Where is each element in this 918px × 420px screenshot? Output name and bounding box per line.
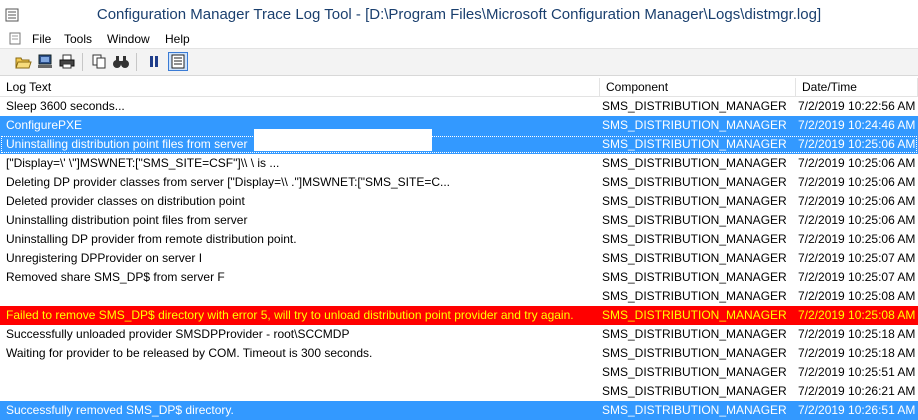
log-entries-list[interactable]: Sleep 3600 seconds... SMS_DISTRIBUTION_MA… bbox=[0, 97, 918, 420]
log-text-cell bbox=[6, 287, 591, 306]
menu-bar: File Tools Window Help bbox=[0, 30, 918, 48]
toolbar-separator bbox=[82, 53, 83, 71]
log-row[interactable]: Sleep 3600 seconds... SMS_DISTRIBUTION_MA… bbox=[0, 97, 918, 116]
log-text-cell: Uninstalling DP provider from remote dis… bbox=[6, 232, 297, 246]
log-row[interactable]: Waiting for provider to be released by C… bbox=[0, 344, 918, 363]
component-cell: SMS_DISTRIBUTION_MANAGER bbox=[602, 308, 787, 322]
redaction-box bbox=[254, 129, 432, 151]
log-text-cell: Failed to remove SMS_DP$ directory with … bbox=[6, 308, 574, 322]
log-text-cell: Removed share SMS_DP$ from server F bbox=[6, 270, 225, 284]
trace-log-window: Configuration Manager Trace Log Tool - [… bbox=[0, 0, 918, 420]
log-row[interactable]: Successfully unloaded provider SMSDPProv… bbox=[0, 325, 918, 344]
menu-window[interactable]: Window bbox=[107, 32, 150, 46]
log-row[interactable]: SMS_DISTRIBUTION_MANAGER 7/2/2019 10:25:0… bbox=[0, 287, 918, 306]
column-header-component[interactable]: Component bbox=[600, 78, 796, 96]
component-cell: SMS_DISTRIBUTION_MANAGER bbox=[602, 175, 787, 189]
log-text-cell: Waiting for provider to be released by C… bbox=[6, 346, 373, 360]
datetime-cell: 7/2/2019 10:25:08 AM bbox=[798, 289, 916, 303]
title-bar: Configuration Manager Trace Log Tool - [… bbox=[0, 0, 918, 30]
datetime-cell: 7/2/2019 10:25:08 AM bbox=[798, 308, 916, 322]
error-lookup-icon[interactable] bbox=[168, 52, 188, 71]
log-row[interactable]: ConfigurePXE SMS_DISTRIBUTION_MANAGER 7/2/… bbox=[0, 116, 918, 135]
log-row[interactable]: SMS_DISTRIBUTION_MANAGER 7/2/2019 10:25:5… bbox=[0, 363, 918, 382]
log-text-cell bbox=[6, 382, 591, 401]
menu-tools[interactable]: Tools bbox=[64, 32, 92, 46]
document-icon[interactable] bbox=[8, 32, 22, 45]
component-cell: SMS_DISTRIBUTION_MANAGER bbox=[602, 232, 787, 246]
pause-icon[interactable] bbox=[145, 53, 163, 70]
print-icon[interactable] bbox=[58, 53, 76, 70]
component-cell: SMS_DISTRIBUTION_MANAGER bbox=[602, 327, 787, 341]
log-row[interactable]: Deleting DP provider classes from server… bbox=[0, 173, 918, 192]
menu-help[interactable]: Help bbox=[165, 32, 190, 46]
log-text-cell: Deleted provider classes on distribution… bbox=[6, 194, 245, 208]
datetime-cell: 7/2/2019 10:26:21 AM bbox=[798, 384, 916, 398]
component-cell: SMS_DISTRIBUTION_MANAGER bbox=[602, 365, 787, 379]
toolbar bbox=[0, 48, 918, 76]
open-server-icon[interactable] bbox=[36, 53, 54, 70]
log-row[interactable]: SMS_DISTRIBUTION_MANAGER 7/2/2019 10:26:2… bbox=[0, 382, 918, 401]
log-text-cell: Sleep 3600 seconds... bbox=[6, 99, 125, 113]
menu-file[interactable]: File bbox=[32, 32, 51, 46]
datetime-cell: 7/2/2019 10:25:51 AM bbox=[798, 365, 916, 379]
log-text-cell: ["Display=\' \"]MSWNET:["SMS_SITE=CSF"]\… bbox=[6, 156, 280, 170]
component-cell: SMS_DISTRIBUTION_MANAGER bbox=[602, 99, 787, 113]
open-icon[interactable] bbox=[14, 53, 32, 70]
log-row[interactable]: Deleted provider classes on distribution… bbox=[0, 192, 918, 211]
datetime-cell: 7/2/2019 10:24:46 AM bbox=[798, 118, 916, 132]
toolbar-separator bbox=[136, 53, 137, 71]
datetime-cell: 7/2/2019 10:25:06 AM bbox=[798, 194, 916, 208]
datetime-cell: 7/2/2019 10:25:06 AM bbox=[798, 232, 916, 246]
log-row[interactable]: Failed to remove SMS_DP$ directory with … bbox=[0, 306, 918, 325]
column-header-datetime[interactable]: Date/Time bbox=[796, 78, 918, 96]
datetime-cell: 7/2/2019 10:25:06 AM bbox=[798, 213, 916, 227]
log-text-cell: Successfully unloaded provider SMSDPProv… bbox=[6, 327, 350, 341]
component-cell: SMS_DISTRIBUTION_MANAGER bbox=[602, 270, 787, 284]
log-list-header: Log Text Component Date/Time bbox=[0, 78, 918, 97]
component-cell: SMS_DISTRIBUTION_MANAGER bbox=[602, 346, 787, 360]
column-header-log-text[interactable]: Log Text bbox=[0, 78, 600, 96]
log-row[interactable]: Unregistering DPProvider on server I SMS_… bbox=[0, 249, 918, 268]
datetime-cell: 7/2/2019 10:25:06 AM bbox=[798, 137, 916, 151]
component-cell: SMS_DISTRIBUTION_MANAGER bbox=[602, 213, 787, 227]
datetime-cell: 7/2/2019 10:25:06 AM bbox=[798, 175, 916, 189]
log-text-cell: Deleting DP provider classes from server… bbox=[6, 175, 451, 189]
datetime-cell: 7/2/2019 10:25:18 AM bbox=[798, 327, 916, 341]
log-row[interactable]: Uninstalling distribution point files fr… bbox=[0, 135, 918, 154]
datetime-cell: 7/2/2019 10:26:51 AM bbox=[798, 403, 916, 417]
log-row[interactable]: Removed share SMS_DP$ from server F SMS_D… bbox=[0, 268, 918, 287]
log-row[interactable]: Uninstalling DP provider from remote dis… bbox=[0, 230, 918, 249]
component-cell: SMS_DISTRIBUTION_MANAGER bbox=[602, 118, 787, 132]
log-row[interactable]: ["Display=\' \"]MSWNET:["SMS_SITE=CSF"]\… bbox=[0, 154, 918, 173]
component-cell: SMS_DISTRIBUTION_MANAGER bbox=[602, 384, 787, 398]
datetime-cell: 7/2/2019 10:25:18 AM bbox=[798, 346, 916, 360]
log-text-cell: Successfully removed SMS_DP$ directory. bbox=[6, 403, 234, 417]
log-text-cell bbox=[6, 363, 591, 382]
log-text-cell: Unregistering DPProvider on server I bbox=[6, 251, 203, 265]
log-row[interactable]: Uninstalling distribution point files fr… bbox=[0, 211, 918, 230]
log-text-cell: Uninstalling distribution point files fr… bbox=[6, 213, 248, 227]
component-cell: SMS_DISTRIBUTION_MANAGER bbox=[602, 289, 787, 303]
log-row[interactable]: Successfully removed SMS_DP$ directory. S… bbox=[0, 401, 918, 420]
datetime-cell: 7/2/2019 10:25:07 AM bbox=[798, 270, 916, 284]
find-icon[interactable] bbox=[112, 53, 130, 70]
component-cell: SMS_DISTRIBUTION_MANAGER bbox=[602, 403, 787, 417]
component-cell: SMS_DISTRIBUTION_MANAGER bbox=[602, 137, 787, 151]
component-cell: SMS_DISTRIBUTION_MANAGER bbox=[602, 194, 787, 208]
datetime-cell: 7/2/2019 10:25:06 AM bbox=[798, 156, 916, 170]
component-cell: SMS_DISTRIBUTION_MANAGER bbox=[602, 251, 787, 265]
datetime-cell: 7/2/2019 10:22:56 AM bbox=[798, 99, 916, 113]
datetime-cell: 7/2/2019 10:25:07 AM bbox=[798, 251, 916, 265]
component-cell: SMS_DISTRIBUTION_MANAGER bbox=[602, 156, 787, 170]
copy-icon[interactable] bbox=[90, 53, 108, 70]
window-title: Configuration Manager Trace Log Tool - [… bbox=[96, 6, 822, 23]
